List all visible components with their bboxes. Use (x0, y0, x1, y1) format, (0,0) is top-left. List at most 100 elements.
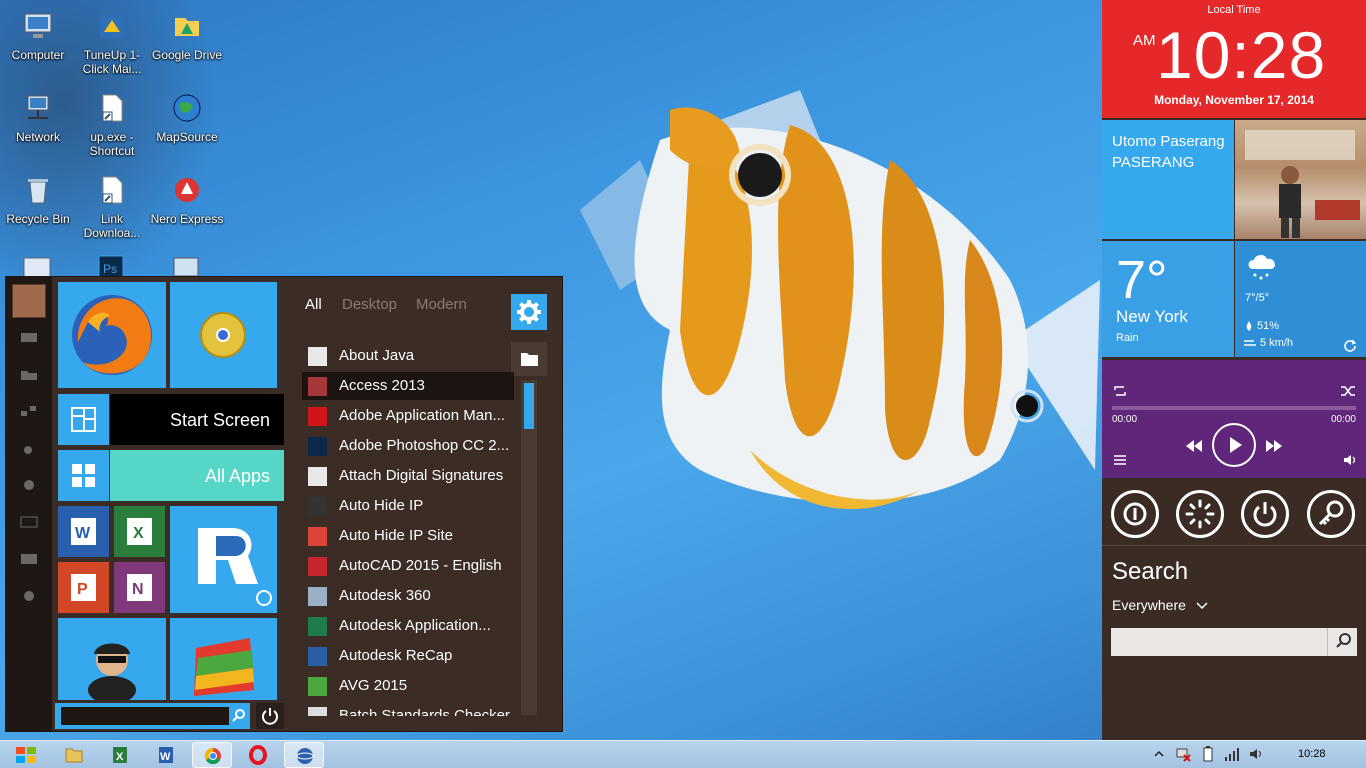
tile-firefox[interactable] (58, 282, 166, 388)
weather-detail-tile[interactable]: 7°/5° 51% 5 km/h (1235, 241, 1366, 357)
user-icon (308, 497, 327, 516)
app-list-item[interactable]: AutoCAD 2015 - English (302, 552, 514, 580)
desktop-icon-recycle-bin[interactable]: Recycle Bin (0, 174, 76, 226)
tile-recap[interactable] (170, 506, 277, 613)
sidebar-search-input[interactable] (1111, 628, 1327, 656)
app-list-item[interactable]: Auto Hide IP Site (302, 522, 514, 550)
app-list-item[interactable]: Auto Hide IP (302, 492, 514, 520)
settings-button[interactable] (511, 294, 547, 330)
shutdown-circle-button[interactable] (1111, 490, 1159, 538)
photoshop-icon[interactable]: Ps (97, 254, 125, 278)
battery-icon[interactable] (1200, 746, 1216, 762)
display-icon[interactable] (20, 553, 38, 565)
document-icon[interactable] (22, 256, 52, 278)
app-list-item[interactable]: Access 2013 (302, 372, 514, 400)
app-list-item-label: Access 2013 (339, 377, 425, 394)
settings-icon[interactable] (20, 590, 38, 602)
start-screen-button[interactable]: Start Screen (110, 394, 284, 445)
tile-dvd[interactable] (170, 282, 277, 388)
progress-bar[interactable] (1112, 406, 1356, 410)
signal-icon[interactable] (1224, 746, 1240, 762)
tab-all[interactable]: All (305, 296, 322, 313)
taskbar-excel[interactable]: X (100, 742, 140, 768)
lock-button[interactable] (1307, 490, 1355, 538)
playlist-icon[interactable] (1112, 453, 1128, 467)
gear-icon[interactable] (20, 479, 38, 491)
previous-icon[interactable] (1184, 439, 1204, 453)
volume-icon[interactable] (1342, 453, 1358, 467)
start-button[interactable] (6, 742, 46, 768)
tab-desktop[interactable]: Desktop (342, 296, 397, 313)
volume-icon[interactable] (1248, 746, 1264, 762)
avg-icon (194, 638, 254, 696)
taskbar-clock[interactable]: 10:28 (1298, 748, 1326, 760)
weather-tile[interactable]: 7° New York Rain (1102, 241, 1234, 357)
folder-button[interactable] (511, 342, 547, 376)
tile-auto-hide-ip[interactable] (58, 618, 166, 704)
windows-logo-icon (16, 747, 36, 763)
repeat-icon[interactable] (1112, 384, 1128, 398)
search-scope-dropdown[interactable]: Everywhere (1112, 597, 1208, 613)
power-button[interactable] (256, 703, 284, 729)
tab-modern[interactable]: Modern (416, 296, 467, 313)
app-list-item-label: Autodesk ReCap (339, 647, 453, 664)
taskbar-chrome[interactable] (192, 742, 232, 768)
shuffle-icon[interactable] (1340, 384, 1356, 398)
app-list-item[interactable]: Autodesk Application... (302, 612, 514, 640)
desktop-icon-google-drive[interactable]: Google Drive (149, 10, 225, 62)
clock-tile[interactable]: Local Time AM 10:28 Monday, November 17,… (1102, 0, 1366, 118)
tile-word[interactable]: W (58, 506, 109, 557)
start-search-input[interactable] (61, 707, 229, 725)
user-tile[interactable]: Utomo Paserang PASERANG (1102, 120, 1234, 239)
app-list-item[interactable]: Autodesk ReCap (302, 642, 514, 670)
desktop-icon-network[interactable]: Network (0, 92, 76, 144)
app-list-item[interactable]: Autodesk 360 (302, 582, 514, 610)
network-icon[interactable] (20, 405, 38, 417)
app-list-item[interactable]: Batch Standards Checker (302, 702, 514, 716)
network-error-icon[interactable] (1175, 746, 1191, 762)
desktop-icon-tuneup[interactable]: TuneUp 1-Click Mai... (74, 10, 150, 76)
search-icon[interactable] (231, 708, 247, 724)
desktop-icon-up-exe[interactable]: up.exe - Shortcut (74, 92, 150, 158)
scroll-thumb[interactable] (524, 383, 534, 429)
music-icon[interactable] (20, 442, 38, 454)
monitor-icon[interactable] (172, 254, 200, 278)
recap-icon (308, 647, 327, 666)
tile-excel[interactable]: X (114, 506, 165, 557)
desktop-icon-mapsource[interactable]: MapSource (149, 92, 225, 144)
sidebar-search-button[interactable] (1327, 628, 1357, 656)
taskbar-opera[interactable] (238, 742, 278, 768)
restart-button[interactable] (1176, 490, 1224, 538)
avatar[interactable] (12, 284, 46, 318)
all-apps-icon-tile[interactable] (58, 450, 109, 501)
app-list-scrollbar[interactable] (521, 380, 537, 715)
app-list-item[interactable]: AVG 2015 (302, 672, 514, 700)
tile-avg[interactable] (170, 618, 277, 700)
app-list-item[interactable]: Attach Digital Signatures (302, 462, 514, 490)
taskbar-word[interactable]: W (146, 742, 186, 768)
refresh-icon[interactable] (1343, 338, 1357, 352)
app-list-item[interactable]: Adobe Application Man... (302, 402, 514, 430)
folder-icon[interactable] (20, 369, 38, 381)
taskbar-explorer[interactable] (54, 742, 94, 768)
app-list-item[interactable]: Adobe Photoshop CC 2... (302, 432, 514, 460)
desktop-icon-nero-express[interactable]: Nero Express (149, 174, 225, 226)
windows-grid-icon (72, 464, 95, 487)
weather-humidity: 51% (1257, 320, 1280, 332)
power-off-button[interactable] (1241, 490, 1289, 538)
next-icon[interactable] (1264, 439, 1284, 453)
all-apps-button[interactable]: All Apps (110, 450, 284, 501)
desktop-icon-computer[interactable]: Computer (0, 10, 76, 62)
show-hidden-icons-icon[interactable] (1154, 749, 1164, 759)
start-screen-icon-tile[interactable] (58, 394, 109, 445)
computer-icon[interactable] (20, 332, 38, 344)
app-list-item[interactable]: About Java (302, 342, 514, 370)
play-button[interactable] (1212, 423, 1256, 467)
chart-icon[interactable] (20, 516, 38, 528)
taskbar-app[interactable] (284, 742, 324, 768)
tile-powerpoint[interactable]: P (58, 562, 109, 613)
tile-onenote[interactable]: N (114, 562, 165, 613)
divider (1102, 545, 1366, 546)
taskbar: X W 10:28 (0, 740, 1366, 768)
desktop-icon-link-downloader[interactable]: Link Downloa... (74, 174, 150, 240)
